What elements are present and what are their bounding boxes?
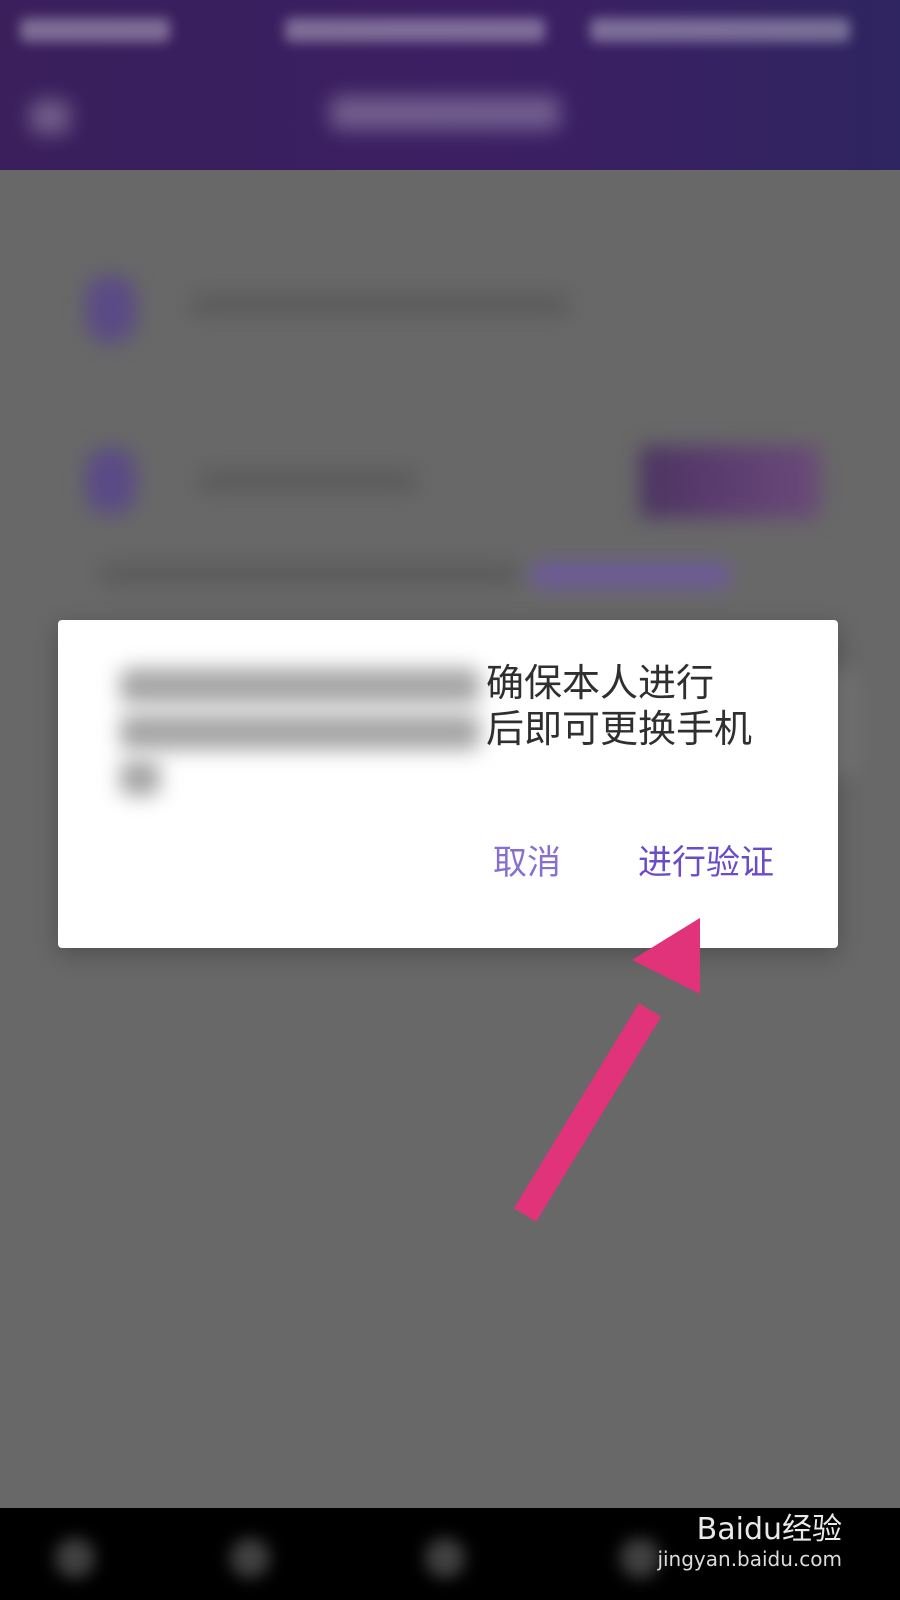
dialog-message: 确保本人进行 后即可更换手机 [486, 661, 753, 751]
back-arrow-icon[interactable] [30, 100, 70, 134]
cancel-button[interactable]: 取消 [493, 838, 561, 888]
nav-home-icon[interactable] [425, 1538, 465, 1578]
captcha-image[interactable] [640, 446, 820, 518]
nav-menu-icon[interactable] [55, 1538, 95, 1578]
watermark-subtext: jingyan.baidu.com [657, 1547, 842, 1571]
shield-icon [86, 448, 136, 514]
message-blur-line-1 [120, 668, 480, 704]
carrier-blurred [20, 18, 170, 42]
phone-icon [86, 276, 136, 342]
page-title-blurred [330, 96, 560, 130]
baidu-watermark: Baidu经验 jingyan.baidu.com [657, 1512, 842, 1572]
verify-button[interactable]: 进行验证 [638, 838, 774, 888]
phone-row-text [190, 294, 570, 316]
hint-text [100, 563, 520, 585]
code-row-text [198, 470, 418, 492]
nav-recent-icon[interactable] [620, 1538, 660, 1578]
status-battery-time-blurred [590, 18, 850, 42]
status-bar [0, 0, 900, 60]
message-blur-line-2 [120, 714, 480, 750]
nav-back-icon[interactable] [230, 1538, 270, 1578]
watermark-text: Baidu经验 [696, 1512, 842, 1547]
verify-dialog: 确保本人进行 后即可更换手机 取消 进行验证 [58, 620, 838, 948]
status-icons-blurred [285, 18, 545, 42]
message-blur-line-3 [120, 760, 160, 796]
app-header [0, 60, 900, 170]
hint-link[interactable] [530, 563, 730, 587]
